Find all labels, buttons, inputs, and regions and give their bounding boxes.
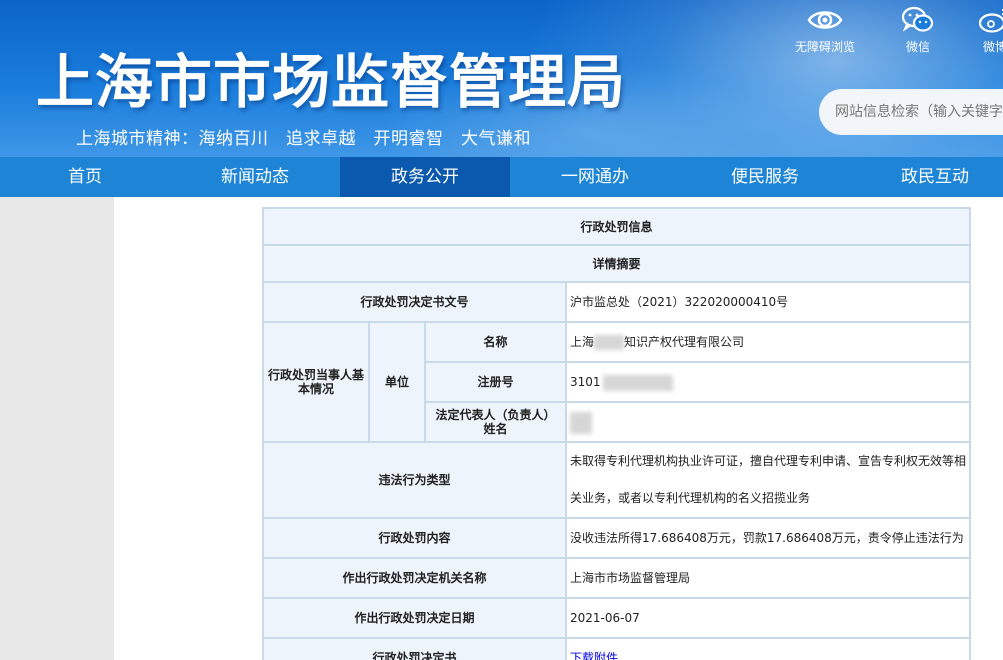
table-title: 行政处罚信息 (261, 207, 972, 246)
unit-label: 单位 (368, 321, 426, 443)
reg-value: 3101 (564, 361, 972, 403)
nav-item-gov-affairs[interactable]: 政务公开 (340, 157, 510, 197)
site-header: 上海市市场监督管理局 上海城市精神：海纳百川 追求卓越 开明睿智 大气谦和 无障… (0, 0, 1003, 157)
name-value-suffix: 知识产权代理有限公司 (624, 335, 745, 349)
date-label: 作出行政处罚决定日期 (262, 597, 567, 639)
reg-value-prefix: 3101 (570, 375, 601, 389)
redacted-blur (602, 374, 673, 391)
wechat-icon (901, 6, 934, 32)
download-attachment-link[interactable]: 下载附件 (570, 651, 618, 660)
table-row: 行政处罚当事人基本情况 单位 名称 上海 知识产权代理有限公司 (262, 321, 972, 443)
redacted-blur (594, 335, 625, 350)
decision-doc-label: 行政处罚决定书 (262, 637, 567, 660)
name-value: 上海 知识产权代理有限公司 (564, 321, 972, 363)
nav-item-public-services[interactable]: 便民服务 (680, 157, 850, 197)
redacted-blur (570, 411, 592, 434)
table-row: 行政处罚决定书文号 沪市监总处（2021）322020000410号 (262, 281, 972, 323)
penalty-content-label: 行政处罚内容 (262, 517, 567, 559)
name-label: 名称 (424, 321, 567, 363)
decision-doc-value: 下载附件 (564, 637, 972, 660)
weixin-button[interactable]: 微信 (893, 6, 943, 55)
city-slogan: 上海城市精神：海纳百川 追求卓越 开明睿智 大气谦和 (76, 129, 531, 149)
table-row: 作出行政处罚决定机关名称 上海市市场监督管理局 (262, 557, 972, 599)
violation-type-value: 未取得专利代理机构执业许可证，擅自代理专利申请、宣告专利权无效等相关业务，或者以… (564, 441, 972, 519)
penalty-info-table: 行政处罚信息 详情摘要 行政处罚决定书文号 沪市监总处（2021）3220200… (261, 207, 972, 660)
table-row: 作出行政处罚决定日期 2021-06-07 (262, 597, 972, 639)
weibo-button[interactable]: 微博 (970, 6, 1003, 55)
legal-rep-label: 法定代表人（负责人）姓名 (424, 401, 567, 443)
site-search[interactable] (819, 89, 1003, 135)
doc-no-label: 行政处罚决定书文号 (262, 281, 567, 323)
nav-item-online-services[interactable]: 一网通办 (510, 157, 680, 197)
nav-item-news[interactable]: 新闻动态 (170, 157, 340, 197)
table-row: 行政处罚内容 没收违法所得17.686408万元，罚款17.686408万元，责… (262, 517, 972, 559)
weibo-label: 微博 (982, 40, 1003, 54)
content-panel: 行政处罚信息 详情摘要 行政处罚决定书文号 沪市监总处（2021）3220200… (114, 197, 1003, 660)
site-title[interactable]: 上海市市场监督管理局 (36, 50, 626, 114)
weibo-icon (978, 9, 1003, 33)
party-label: 行政处罚当事人基本情况 (262, 321, 370, 443)
doc-no-value: 沪市监总处（2021）322020000410号 (564, 281, 972, 323)
main-nav: 首页 新闻动态 政务公开 一网通办 便民服务 政民互动 (0, 157, 1003, 197)
accessibility-button[interactable]: 无障碍浏览 (790, 6, 860, 55)
table-subtitle: 详情摘要 (261, 244, 972, 283)
name-value-prefix: 上海 (570, 335, 595, 349)
violation-type-label: 违法行为类型 (262, 441, 567, 519)
table-row: 违法行为类型 未取得专利代理机构执业许可证，擅自代理专利申请、宣告专利权无效等相… (262, 441, 972, 519)
table-row: 行政处罚决定书 下载附件 (262, 637, 972, 660)
authority-value: 上海市市场监督管理局 (564, 557, 972, 599)
legal-rep-value (564, 401, 972, 443)
nav-item-interaction[interactable]: 政民互动 (850, 157, 1003, 197)
reg-label: 注册号 (424, 361, 567, 403)
nav-item-home[interactable]: 首页 (0, 157, 170, 197)
search-input[interactable] (835, 89, 1003, 135)
weixin-label: 微信 (905, 40, 930, 54)
penalty-content-value: 没收违法所得17.686408万元，罚款17.686408万元，责令停止违法行为 (564, 517, 972, 559)
accessibility-label: 无障碍浏览 (794, 40, 855, 54)
eye-icon (807, 11, 843, 29)
authority-label: 作出行政处罚决定机关名称 (262, 557, 567, 599)
date-value: 2021-06-07 (564, 597, 972, 639)
